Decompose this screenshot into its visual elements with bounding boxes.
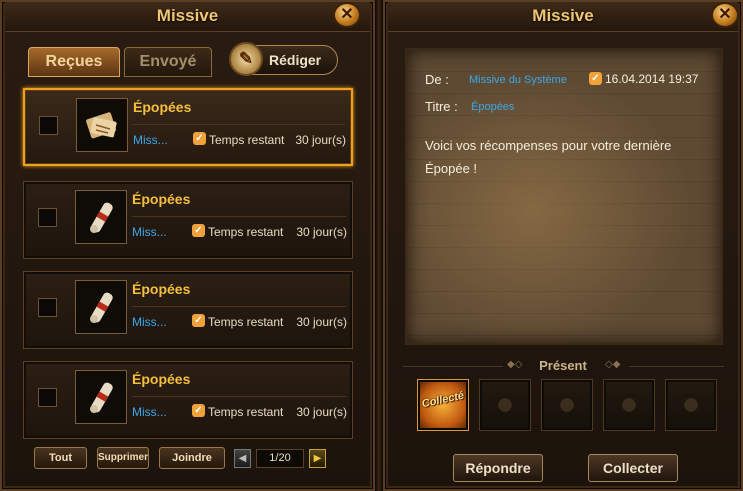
mail-subject: Épopées — [133, 99, 192, 115]
time-remaining-label: Temps restant — [208, 405, 284, 419]
ornament-icon: ◇◆ — [605, 359, 621, 370]
mail-sender[interactable]: Miss... — [132, 315, 167, 329]
delete-button[interactable]: Supprimer — [97, 447, 149, 469]
close-icon[interactable]: ✕ — [333, 2, 361, 28]
present-slot[interactable]: Collecté — [417, 379, 469, 431]
mail-item[interactable]: Épopées Miss... ✓ Temps restant 30 jour(… — [23, 271, 353, 349]
time-remaining-value: 30 jour(s) — [295, 133, 346, 147]
mail-date: 16.04.2014 19:37 — [605, 72, 699, 86]
subject-value: Épopées — [471, 101, 515, 113]
check-icon: ✓ — [192, 314, 205, 327]
mail-checkbox[interactable] — [39, 116, 58, 135]
mail-subject: Épopées — [132, 191, 191, 207]
quill-icon: ✎ — [229, 42, 263, 76]
mail-divider — [132, 306, 346, 307]
mail-divider — [132, 396, 346, 397]
check-icon: ✓ — [192, 404, 205, 417]
mail-item[interactable]: Épopées Miss... ✓ Temps restant 30 jour(… — [23, 88, 353, 166]
compose-button[interactable]: ✎ Rédiger — [229, 42, 338, 76]
mail-divider — [133, 124, 345, 125]
tab-received[interactable]: Reçues — [28, 47, 120, 77]
scroll-icon — [75, 280, 127, 334]
mail-subject: Épopées — [132, 371, 191, 387]
mail-divider — [132, 216, 346, 217]
scroll-icon — [75, 190, 127, 244]
letter-parchment: De : Missive du Système ✓ 16.04.2014 19:… — [405, 48, 723, 345]
time-remaining-label: Temps restant — [209, 133, 285, 147]
next-page-icon[interactable]: ▶ — [309, 449, 326, 468]
reply-button[interactable]: Répondre — [453, 454, 543, 482]
time-remaining-label: Temps restant — [208, 225, 284, 239]
from-value[interactable]: Missive du Système — [469, 74, 567, 86]
panel-divider — [375, 0, 383, 491]
scroll-icon — [75, 370, 127, 424]
check-icon: ✓ — [192, 224, 205, 237]
mail-sender[interactable]: Miss... — [133, 133, 168, 147]
compose-label: Rédiger — [269, 52, 322, 68]
time-remaining-value: 30 jour(s) — [296, 225, 347, 239]
mail-sender[interactable]: Miss... — [132, 225, 167, 239]
mail-item[interactable]: Épopées Miss... ✓ Temps restant 30 jour(… — [23, 361, 353, 439]
prev-page-icon[interactable]: ◀ — [234, 449, 251, 468]
page-indicator: 1/20 — [256, 449, 304, 468]
collected-stamp: Collecté — [420, 389, 466, 411]
scroll-map-icon — [76, 98, 128, 152]
mail-checkbox[interactable] — [38, 388, 57, 407]
mail-sender[interactable]: Miss... — [132, 405, 167, 419]
mail-item[interactable]: Épopées Miss... ✓ Temps restant 30 jour(… — [23, 181, 353, 259]
collect-button[interactable]: Collecter — [588, 454, 678, 482]
mail-subject: Épopées — [132, 281, 191, 297]
present-slot[interactable] — [479, 379, 531, 431]
mail-checkbox[interactable] — [38, 208, 57, 227]
subject-label: Titre : — [425, 99, 458, 114]
present-slot[interactable] — [665, 379, 717, 431]
present-slot[interactable] — [541, 379, 593, 431]
inbox-panel: Missive ✕ Reçues Envoyé ✎ Rédiger Épopée… — [0, 0, 375, 491]
present-slot[interactable] — [603, 379, 655, 431]
time-remaining-value: 30 jour(s) — [296, 405, 347, 419]
reader-panel: Missive ✕ De : Missive du Système ✓ 16.0… — [383, 0, 743, 491]
attach-button[interactable]: Joindre — [159, 447, 225, 469]
time-remaining-value: 30 jour(s) — [296, 315, 347, 329]
present-divider — [629, 366, 724, 367]
inbox-title: Missive — [156, 6, 219, 25]
check-icon: ✓ — [589, 72, 602, 85]
time-remaining-label: Temps restant — [208, 315, 284, 329]
reader-title: Missive — [532, 6, 594, 25]
check-icon: ✓ — [193, 132, 206, 145]
from-label: De : — [425, 72, 449, 87]
select-all-button[interactable]: Tout — [34, 447, 87, 469]
tab-sent[interactable]: Envoyé — [124, 47, 212, 77]
close-icon[interactable]: ✕ — [711, 2, 739, 28]
letter-body: Voici vos récompenses pour votre dernièr… — [425, 138, 672, 176]
mail-checkbox[interactable] — [38, 298, 57, 317]
